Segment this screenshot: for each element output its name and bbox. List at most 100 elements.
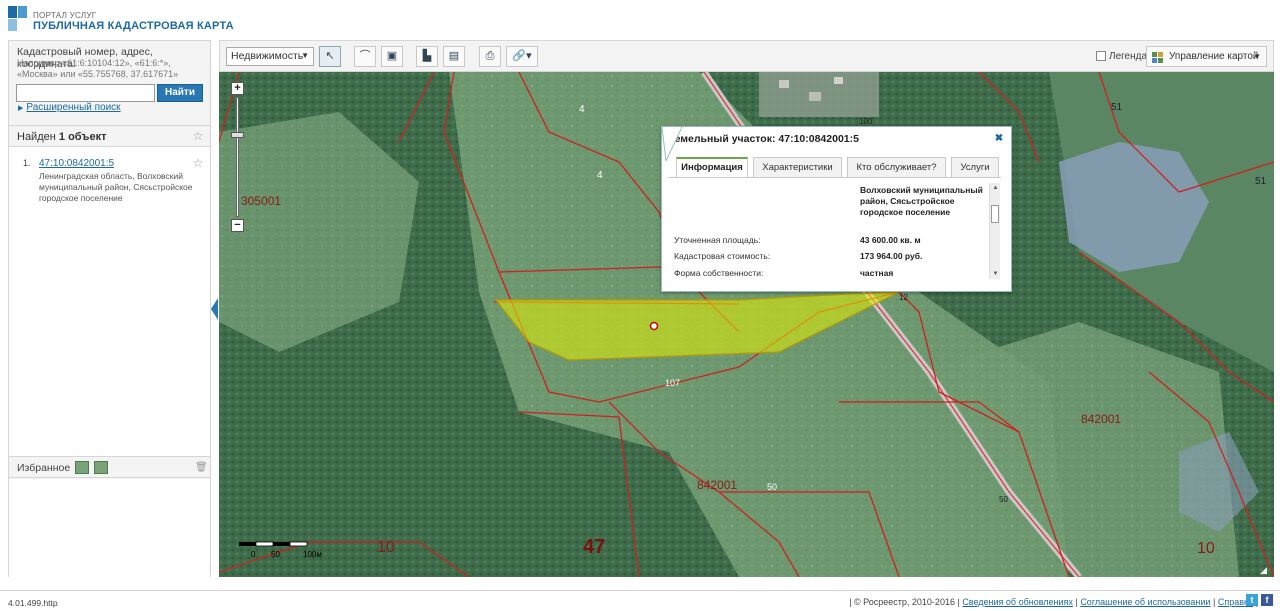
link-icon: 🔗▾ (512, 50, 532, 62)
favorites-bar: Избранное 🗑 (9, 458, 210, 478)
advanced-search-label: Расширенный поиск (26, 102, 121, 113)
twitter-icon[interactable]: t (1246, 594, 1258, 606)
tab-services[interactable]: Услуги (951, 157, 999, 177)
popup-row-label: Уточненная площадь: (674, 235, 761, 245)
collapse-panel-button[interactable] (211, 298, 218, 320)
print-icon: ⎙ (485, 50, 495, 62)
zoom-out-button[interactable]: − (231, 219, 244, 232)
map-label: 842001 (697, 478, 737, 492)
map-label: 51 (1255, 176, 1267, 187)
popup-scrollbar[interactable]: ▲ ▼ (989, 183, 1000, 279)
trash-icon[interactable]: 🗑 (195, 462, 208, 474)
chevron-down-icon: ▼ (1253, 52, 1261, 61)
rosreestr-logo-icon[interactable] (8, 6, 28, 32)
map-label: 50 (767, 482, 777, 492)
terms-link[interactable]: Соглашение об использовании (1080, 597, 1210, 607)
updates-link[interactable]: Сведения об обновлениях (962, 597, 1073, 607)
chart-tool-button[interactable]: ▙ (416, 46, 438, 67)
category-select-label: Недвижимость (231, 50, 304, 62)
popup-row-value: частная (860, 268, 894, 278)
scroll-up-icon[interactable]: ▲ (990, 183, 1001, 193)
resize-handle-icon[interactable]: ◢ (1260, 565, 1270, 575)
identify-icon: ▣ (386, 50, 398, 62)
header: ПОРТАЛ УСЛУГ ПУБЛИЧНАЯ КАДАСТРОВАЯ КАРТА (0, 0, 1280, 40)
map-label: 107 (665, 378, 680, 388)
result-cadastral-link[interactable]: 47:10:0842001:5 (39, 158, 114, 169)
category-select[interactable]: Недвижимость ▼ (226, 47, 314, 66)
print-button[interactable]: ⎙ (479, 46, 501, 67)
select-cursor-button[interactable]: ↖ (319, 46, 341, 67)
legend-checkbox[interactable] (1096, 51, 1106, 61)
advanced-search-link[interactable]: ▶ Расширенный поиск (18, 102, 121, 113)
favorites-export-icon[interactable] (75, 461, 89, 474)
measure-button[interactable]: ⌒ (354, 46, 376, 67)
favorites-area (9, 479, 210, 577)
results-list: 1. 47:10:0842001:5 Ленинградская область… (9, 147, 210, 457)
map-label: 50 (999, 495, 1008, 504)
star-icon[interactable]: ☆ (192, 130, 204, 142)
link-button[interactable]: 🔗▾ (506, 46, 538, 67)
scroll-thumb[interactable] (991, 205, 999, 223)
zoom-control: + − (231, 82, 245, 232)
chevron-down-icon: ▼ (301, 51, 309, 60)
zoom-in-button[interactable]: + (231, 82, 244, 95)
footer-separator: | (1212, 597, 1216, 607)
star-icon[interactable]: ☆ (192, 157, 204, 169)
zoom-slider[interactable] (231, 97, 244, 217)
result-number: 1. (23, 158, 31, 168)
copyright-text: | © Росреестр, 2010-2016 | (849, 597, 960, 607)
popup-row-label: Кадастровая стоимость: (674, 251, 771, 261)
map-label: 4 (597, 170, 603, 181)
map-label: 51 (1111, 102, 1123, 113)
scroll-down-icon[interactable]: ▼ (990, 269, 1001, 279)
parcel-marker-icon (649, 321, 659, 331)
tab-info[interactable]: Информация (676, 157, 748, 177)
map-label: 842001 (1081, 412, 1121, 426)
popup-row-value: 43 600.00 кв. м (860, 235, 921, 245)
layers-tool-button[interactable]: ▤ (443, 46, 465, 67)
map-label: 47 (583, 536, 605, 558)
popup-row-label: Форма собственности: (674, 268, 764, 278)
favorites-import-icon[interactable] (94, 461, 108, 474)
zoom-slider-thumb[interactable] (231, 132, 244, 138)
search-button[interactable]: Найти (157, 84, 203, 102)
popup-title: Земельный участок: 47:10:0842001:5 (668, 133, 859, 145)
tab-who-serves[interactable]: Кто обслуживает? (847, 157, 946, 177)
close-icon[interactable]: ✖ (993, 133, 1005, 145)
scale-bar-graphic (239, 541, 308, 547)
map-toolbar: Недвижимость ▼ ↖ ⌒ ▣ ▙ ▤ ⎙ 🔗▾ Легенда Уп… (219, 40, 1274, 72)
footer-links: | © Росреестр, 2010-2016 | Сведения об о… (849, 597, 1258, 607)
map-label: 4 (579, 104, 585, 115)
popup-address-tail: Волховский муниципальный район, Сясьстро… (860, 185, 983, 217)
result-address: Ленинградская область, Волховский муници… (39, 171, 193, 203)
left-panel: Кадастровый номер, адрес, координата: На… (8, 40, 211, 577)
footer: 4.01.499.http | © Росреестр, 2010-2016 |… (0, 590, 1280, 611)
parcel-popup: Земельный участок: 47:10:0842001:5 ✖ Инф… (661, 126, 1012, 292)
map-label: 12 (899, 293, 908, 302)
cursor-icon: ↖ (325, 50, 335, 62)
tab-divider (668, 177, 1001, 178)
map-label: 10 (377, 539, 395, 556)
scale-mid: 50 (271, 550, 280, 559)
map-label: 10 (1197, 540, 1215, 557)
favorites-label: Избранное (17, 462, 71, 474)
popup-row-value: 173 964.00 руб. (860, 251, 923, 261)
map-label: 100 (859, 117, 873, 126)
chart-icon: ▙ (422, 50, 432, 62)
search-input[interactable] (16, 84, 155, 102)
portal-label: ПОРТАЛ УСЛУГ (33, 11, 97, 20)
measure-icon: ⌒ (359, 50, 371, 62)
found-count: 1 объект (58, 131, 107, 143)
found-bar: Найден 1 объект ☆ (9, 125, 210, 147)
map-title[interactable]: ПУБЛИЧНАЯ КАДАСТРОВАЯ КАРТА (33, 20, 234, 32)
identify-button[interactable]: ▣ (381, 46, 403, 67)
scale-end: 100м (303, 550, 322, 559)
facebook-icon[interactable]: f (1261, 594, 1273, 606)
found-text: Найден 1 объект (17, 131, 106, 143)
legend-label: Легенда (1109, 51, 1148, 62)
map-manage-button[interactable]: Управление картой ▼ (1146, 46, 1267, 67)
tab-characteristics[interactable]: Характеристики (753, 157, 842, 177)
footer-separator: | (1075, 597, 1078, 607)
map-view[interactable]: 4 4 100 51 51 107 50 50 12 305001 842001… (219, 72, 1274, 577)
popup-pointer (662, 127, 682, 161)
